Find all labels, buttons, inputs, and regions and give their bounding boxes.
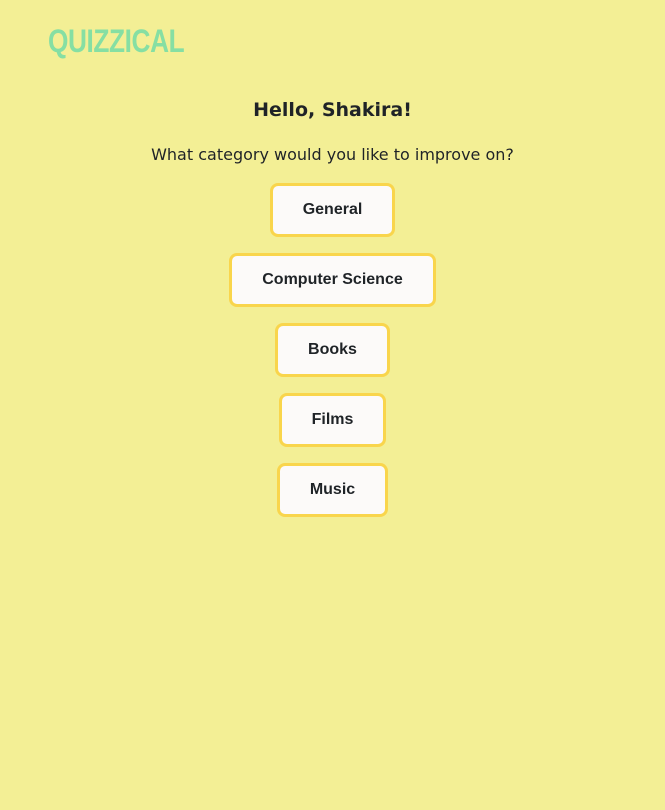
category-button-music[interactable]: Music bbox=[277, 463, 388, 517]
category-button-general[interactable]: General bbox=[270, 183, 395, 237]
category-list: General Computer Science Books Films Mus… bbox=[0, 183, 665, 533]
category-button-computer-science[interactable]: Computer Science bbox=[229, 253, 436, 307]
greeting-heading: Hello, Shakira! bbox=[253, 99, 412, 121]
app-logo: QUIZZICAL bbox=[48, 23, 185, 59]
category-button-films[interactable]: Films bbox=[279, 393, 386, 447]
category-prompt: What category would you like to improve … bbox=[151, 145, 514, 164]
category-button-books[interactable]: Books bbox=[275, 323, 390, 377]
